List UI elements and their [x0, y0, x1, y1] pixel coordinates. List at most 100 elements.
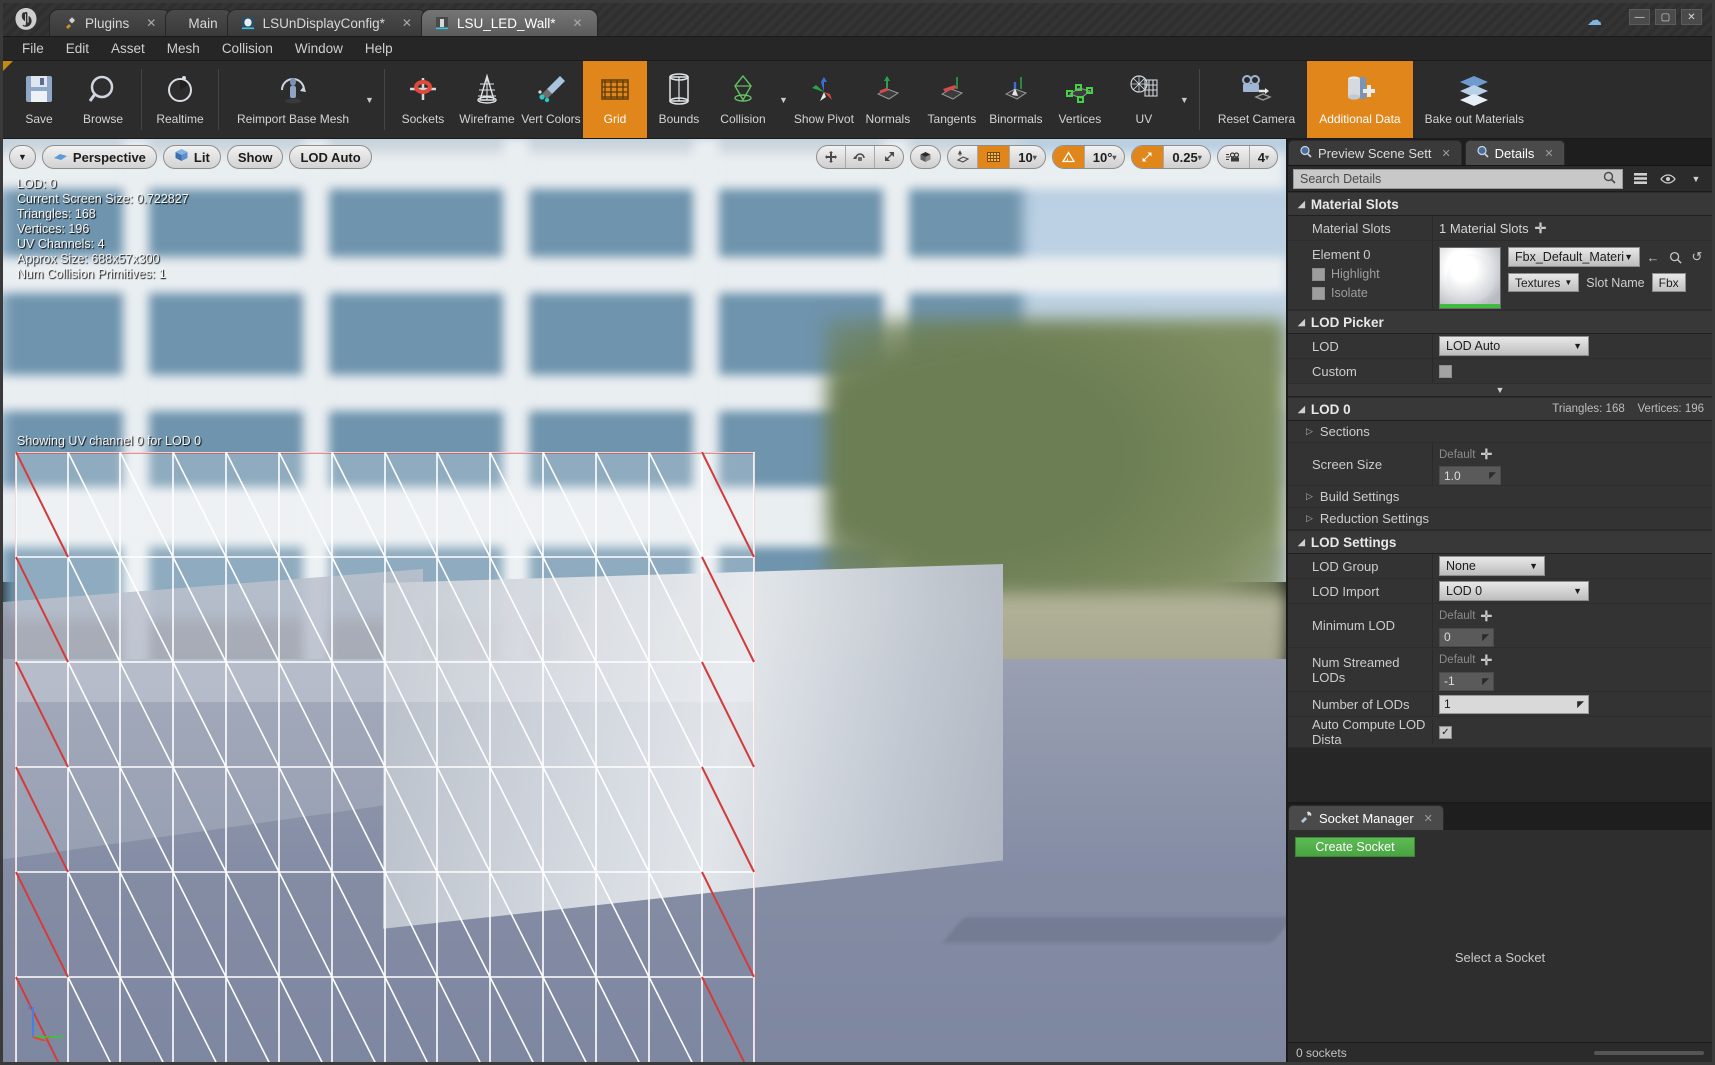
- number-of-lods-field[interactable]: 1 ◤: [1439, 694, 1589, 714]
- close-icon[interactable]: ✕: [573, 16, 583, 30]
- menu-collision[interactable]: Collision: [211, 39, 284, 58]
- browse-to-asset-icon[interactable]: [1666, 248, 1684, 266]
- scale-snap-value[interactable]: 0.25 ▾: [1163, 146, 1209, 168]
- show-menu-button[interactable]: Show: [226, 145, 284, 169]
- coordinate-space-button[interactable]: [910, 145, 942, 169]
- toolbar-collision-button[interactable]: Collision: [711, 61, 775, 138]
- spinner-icon[interactable]: ◤: [1482, 676, 1489, 687]
- search-icon[interactable]: [1603, 171, 1616, 187]
- add-override-icon[interactable]: ✛: [1480, 608, 1492, 625]
- row-build-settings[interactable]: ▷ Build Settings: [1288, 486, 1712, 508]
- slot-name-field[interactable]: Fbx: [1651, 273, 1686, 292]
- isolate-checkbox[interactable]: [1312, 286, 1325, 300]
- lod-menu-button[interactable]: LOD Auto: [289, 145, 372, 169]
- lod-picker-combo[interactable]: LOD Auto ▼: [1439, 336, 1589, 356]
- menu-mesh[interactable]: Mesh: [156, 39, 211, 58]
- close-icon[interactable]: ✕: [1424, 812, 1433, 825]
- tab-lsu-led-wall[interactable]: LSU_LED_Wall* ✕: [420, 9, 598, 36]
- highlight-checkbox[interactable]: [1312, 267, 1325, 281]
- camera-speed-icon[interactable]: [1218, 146, 1249, 168]
- search-input[interactable]: Search Details: [1293, 168, 1623, 189]
- view-mode-button[interactable]: Lit: [162, 145, 221, 169]
- eye-icon[interactable]: [1657, 169, 1679, 189]
- category-lod-settings[interactable]: ◢ LOD Settings: [1288, 530, 1712, 554]
- toolbar-tangents-button[interactable]: Tangents: [920, 61, 984, 138]
- toolbar-save-button[interactable]: Save: [7, 61, 71, 138]
- close-icon[interactable]: ✕: [402, 16, 412, 30]
- num-streamed-lods-field[interactable]: -1 ◤: [1439, 671, 1494, 691]
- grid-snap-toggle[interactable]: [977, 146, 1010, 168]
- scale-snap-toggle[interactable]: [1132, 146, 1164, 168]
- tab-lsundisplayconfig[interactable]: LSUnDisplayConfig* ✕: [226, 9, 427, 36]
- viewport-options-button[interactable]: ▼: [9, 145, 36, 169]
- move-icon[interactable]: [817, 146, 845, 168]
- mesh-viewport[interactable]: ▼ Perspective Lit Show LOD Auto LOD: 0 C…: [3, 139, 1288, 1062]
- add-override-icon[interactable]: ✛: [1480, 652, 1492, 669]
- maximize-button[interactable]: ▢: [1655, 9, 1676, 25]
- menu-help[interactable]: Help: [354, 39, 404, 58]
- add-override-icon[interactable]: ✛: [1480, 446, 1492, 463]
- chevron-down-icon[interactable]: ▼: [361, 95, 378, 105]
- toolbar-bake-out-materials-button[interactable]: Bake out Materials: [1413, 61, 1536, 138]
- camera-mode-button[interactable]: Perspective: [41, 145, 157, 169]
- chevron-down-icon[interactable]: ▼: [775, 95, 792, 105]
- lod-import-combo[interactable]: LOD 0 ▼: [1439, 581, 1589, 601]
- chevron-down-icon[interactable]: ▼: [1176, 95, 1193, 105]
- lod-group-combo[interactable]: None ▼: [1439, 556, 1545, 576]
- toolbar-browse-button[interactable]: Browse: [71, 61, 135, 138]
- toolbar-vert-colors-button[interactable]: Vert Colors: [519, 61, 583, 138]
- menu-asset[interactable]: Asset: [100, 39, 156, 58]
- toolbar-vertices-button[interactable]: Vertices: [1048, 61, 1112, 138]
- spinner-icon[interactable]: ◤: [1577, 699, 1584, 710]
- toolbar-additional-data-button[interactable]: Additional Data: [1307, 61, 1413, 138]
- reset-to-default-icon[interactable]: ↺: [1688, 248, 1706, 266]
- grid-snap-value[interactable]: 10 ▾: [1009, 146, 1044, 168]
- create-socket-button[interactable]: Create Socket: [1295, 837, 1415, 857]
- rotation-snap-value[interactable]: 10° ▾: [1083, 146, 1125, 168]
- rotation-snap-toggle[interactable]: [1052, 146, 1084, 168]
- camera-speed-value[interactable]: 4 ▾: [1248, 146, 1277, 168]
- custom-lod-checkbox[interactable]: [1439, 364, 1452, 378]
- material-thumbnail[interactable]: [1439, 247, 1501, 309]
- category-material-slots[interactable]: ◢ Material Slots: [1288, 192, 1712, 216]
- toolbar-reset-camera-button[interactable]: Reset Camera: [1206, 61, 1307, 138]
- tab-preview-scene-settings[interactable]: Preview Scene Sett ✕: [1288, 140, 1462, 165]
- close-icon[interactable]: ✕: [1544, 147, 1553, 160]
- row-reduction-settings[interactable]: ▷ Reduction Settings: [1288, 508, 1712, 530]
- use-selected-asset-icon[interactable]: ←: [1644, 248, 1662, 266]
- menu-window[interactable]: Window: [284, 39, 354, 58]
- tab-main[interactable]: Main: [165, 9, 233, 36]
- toolbar-bounds-button[interactable]: Bounds: [647, 61, 711, 138]
- toolbar-binormals-button[interactable]: Binormals: [984, 61, 1048, 138]
- toolbar-reimport-base-mesh-button[interactable]: Reimport Base Mesh: [225, 61, 361, 138]
- tab-details[interactable]: Details ✕: [1464, 140, 1565, 165]
- menu-edit[interactable]: Edit: [55, 39, 100, 58]
- toolbar-realtime-button[interactable]: Realtime: [148, 61, 212, 138]
- scale-icon[interactable]: [874, 146, 903, 168]
- toolbar-normals-button[interactable]: Normals: [856, 61, 920, 138]
- chevron-down-icon[interactable]: ▼: [1685, 169, 1707, 189]
- world-space-icon[interactable]: [911, 146, 940, 168]
- rotate-icon[interactable]: [845, 146, 874, 168]
- tab-socket-manager[interactable]: Socket Manager ✕: [1288, 805, 1444, 830]
- category-lod-picker[interactable]: ◢ LOD Picker: [1288, 310, 1712, 334]
- toolbar-wireframe-button[interactable]: Wireframe: [455, 61, 519, 138]
- screen-size-field[interactable]: 1.0 ◤: [1439, 466, 1501, 485]
- list-view-icon[interactable]: [1629, 169, 1651, 189]
- close-icon[interactable]: ✕: [146, 16, 156, 30]
- spinner-icon[interactable]: ◤: [1489, 470, 1496, 481]
- toolbar-grid-button[interactable]: Grid: [582, 61, 647, 138]
- textures-dropdown[interactable]: Textures ▼: [1508, 273, 1580, 292]
- minimum-lod-field[interactable]: 0 ◤: [1439, 627, 1494, 647]
- section-expander[interactable]: ▼: [1288, 384, 1712, 397]
- add-material-slot-icon[interactable]: ✛: [1535, 220, 1547, 237]
- minimize-button[interactable]: —: [1629, 9, 1650, 25]
- category-lod-0[interactable]: ◢ LOD 0 Triangles: 168 Vertices: 196: [1288, 397, 1712, 421]
- surface-snap-icon[interactable]: [948, 146, 977, 168]
- spinner-icon[interactable]: ◤: [1482, 632, 1489, 643]
- menu-file[interactable]: File: [11, 39, 55, 58]
- toolbar-show-pivot-button[interactable]: Show Pivot: [792, 61, 856, 138]
- auto-compute-lod-checkbox[interactable]: ✓: [1439, 725, 1452, 739]
- toolbar-sockets-button[interactable]: Sockets: [391, 61, 455, 138]
- toolbar-uv-button[interactable]: UV: [1112, 61, 1176, 138]
